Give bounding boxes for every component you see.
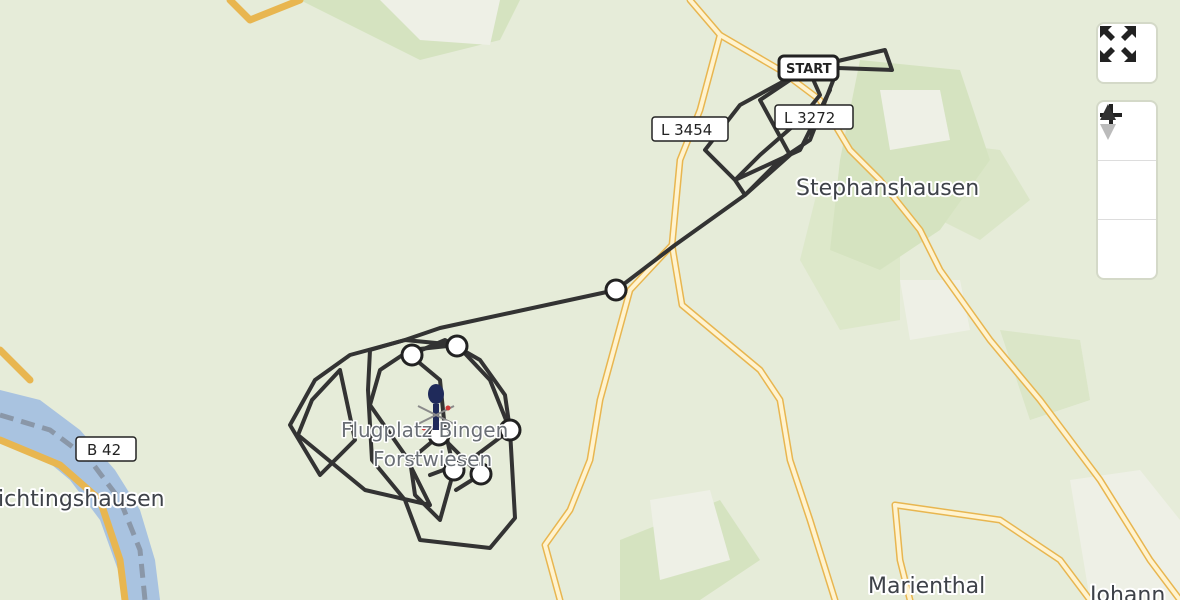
- airfield-label-line2: Forstwiesen: [373, 447, 492, 471]
- svg-text:L 3454: L 3454: [661, 121, 712, 139]
- svg-text:L 3272: L 3272: [784, 109, 835, 127]
- place-label-stephanshausen: Stephanshausen: [796, 176, 979, 201]
- fullscreen-control: [1098, 24, 1156, 82]
- map-layer: Stephanshausen Marienthal ichtingshausen…: [0, 0, 1180, 600]
- waypoint-marker[interactable]: [400, 343, 424, 367]
- svg-text:B 42: B 42: [87, 441, 121, 459]
- compass-icon: [1100, 104, 1116, 140]
- zoom-out-button[interactable]: [1098, 113, 1156, 219]
- svg-text:START: START: [786, 62, 832, 77]
- airfield-label-line1: Flugplatz Bingen: [341, 418, 508, 442]
- waypoint-marker[interactable]: [445, 334, 469, 358]
- navigation-control: [1098, 102, 1156, 278]
- reset-north-button[interactable]: [1098, 104, 1156, 278]
- place-label-johannisberg: Johann: [1088, 583, 1165, 600]
- fullscreen-icon: [1100, 26, 1136, 62]
- place-label-aulhausen: ichtingshausen: [0, 487, 165, 512]
- roads: [0, 0, 1180, 600]
- road-shield-l3272: L 3272: [774, 104, 854, 130]
- waypoint-marker[interactable]: [604, 278, 628, 302]
- fullscreen-button[interactable]: [1098, 24, 1156, 82]
- light-clearings: [380, 0, 1180, 600]
- map-canvas[interactable]: Stephanshausen Marienthal ichtingshausen…: [0, 0, 1180, 600]
- place-label-marienthal: Marienthal: [868, 574, 985, 599]
- road-shield-b42: B 42: [75, 436, 137, 462]
- route-start-marker[interactable]: START: [777, 54, 840, 82]
- road-shield-l3454: L 3454: [651, 116, 729, 142]
